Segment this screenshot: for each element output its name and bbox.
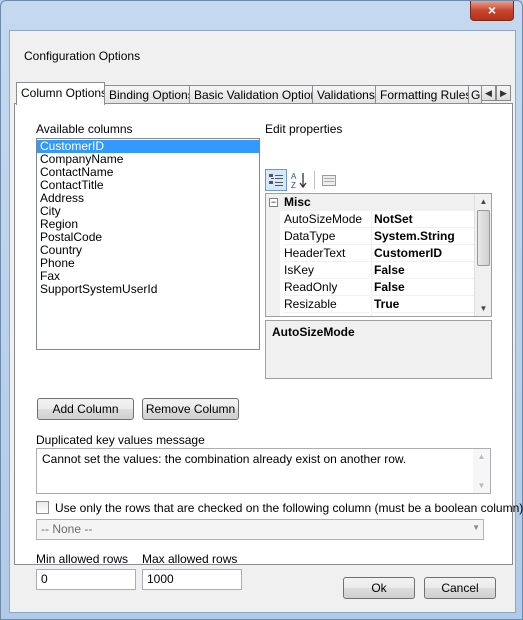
boolean-column-select-value: -- None --	[41, 522, 93, 536]
tab-scroll-right-button[interactable]: ▶	[496, 85, 511, 101]
duplicated-message-input[interactable]: Cannot set the values: the combination a…	[36, 448, 491, 494]
svg-text:A: A	[291, 172, 297, 181]
remove-column-button[interactable]: Remove Column	[142, 398, 239, 420]
row-gutter	[266, 262, 280, 279]
property-help-title: AutoSizeMode	[272, 325, 355, 339]
property-row[interactable]: HeaderText CustomerID	[266, 245, 491, 262]
available-columns-list[interactable]: CustomerID CompanyName ContactName ContactT…	[36, 138, 260, 350]
max-rows-input[interactable]: 1000	[142, 569, 242, 590]
tab-basic-validation-options[interactable]: Basic Validation Options	[189, 85, 313, 104]
chevron-down-icon: ▼	[472, 523, 480, 532]
edit-properties-label: Edit properties	[265, 122, 343, 136]
property-row[interactable]: ReadOnly False	[266, 279, 491, 296]
tab-page-column-options: Available columns CustomerID CompanyName C…	[14, 103, 523, 590]
scroll-down-icon[interactable]: ▼	[473, 478, 490, 493]
property-row[interactable]: Resizable True	[266, 296, 491, 313]
ok-button[interactable]: Ok	[343, 577, 415, 599]
arrow-right-icon: ▶	[500, 88, 507, 98]
scroll-up-icon[interactable]: ▲	[473, 449, 490, 464]
textarea-scrollbar[interactable]: ▲ ▼	[473, 449, 490, 493]
row-gutter	[266, 296, 280, 313]
close-icon: ×	[487, 2, 497, 18]
property-grid-scrollbar[interactable]: ▲ ▼	[474, 194, 491, 316]
property-name: HeaderText	[284, 245, 370, 262]
property-value[interactable]: System.String	[371, 228, 475, 245]
list-item[interactable]: Phone	[37, 257, 259, 270]
property-name: AutoSizeMode	[284, 211, 370, 228]
categorized-icon	[269, 174, 283, 186]
property-category-misc[interactable]: − Misc	[266, 194, 491, 211]
row-gutter	[266, 228, 280, 245]
property-grid[interactable]: − Misc AutoSizeMode NotSet DataType System.…	[265, 193, 492, 317]
dialog-window: × Configuration Options Column Options B…	[0, 0, 523, 620]
row-gutter	[266, 279, 280, 296]
tab-binding-options[interactable]: Binding Options	[104, 85, 190, 104]
duplicated-message-label: Duplicated key values message	[36, 433, 205, 447]
close-button[interactable]: ×	[470, 1, 514, 21]
svg-text:Z: Z	[291, 181, 296, 189]
property-value[interactable]: False	[371, 279, 475, 296]
collapse-icon[interactable]: −	[269, 198, 278, 207]
property-name: Resizable	[284, 296, 370, 313]
cancel-button[interactable]: Cancel	[424, 577, 496, 599]
row-gutter	[266, 313, 280, 316]
property-name: DataType	[284, 228, 370, 245]
property-pages-button[interactable]	[318, 169, 340, 191]
categorized-button[interactable]	[265, 169, 287, 191]
available-columns-label: Available columns	[36, 122, 133, 136]
property-name: ReadOnly	[284, 279, 370, 296]
property-help-panel: AutoSizeMode	[265, 320, 492, 379]
row-gutter	[266, 245, 280, 262]
property-value[interactable]: CustomerID	[371, 245, 475, 262]
tab-validations[interactable]: Validations	[312, 85, 376, 104]
tab-column-options[interactable]: Column Options	[16, 82, 105, 105]
boolean-column-select[interactable]: -- None -- ▼	[36, 519, 484, 540]
property-value[interactable]: NotSet	[371, 211, 475, 228]
property-value[interactable]: DataGridViewCellS	[371, 313, 475, 316]
property-row[interactable]: IsKey False	[266, 262, 491, 279]
duplicated-message-text: Cannot set the values: the combination a…	[42, 452, 407, 466]
property-name: IsKey	[284, 262, 370, 279]
arrow-left-icon: ◀	[485, 88, 492, 98]
property-row[interactable]: AutoSizeMode NotSet	[266, 211, 491, 228]
property-value[interactable]: True	[371, 296, 475, 313]
max-rows-label: Max allowed rows	[142, 552, 238, 566]
dialog-title: Configuration Options	[24, 49, 141, 63]
property-row[interactable]: StyleDataGridViewCellS	[266, 313, 491, 316]
alphabetical-icon: A Z	[291, 172, 307, 189]
min-rows-label: Min allowed rows	[36, 552, 129, 566]
property-value[interactable]: False	[371, 262, 475, 279]
scroll-up-icon[interactable]: ▲	[475, 194, 491, 209]
property-name: Style	[284, 313, 370, 316]
checked-rows-label[interactable]: Use only the rows that are checked on th…	[55, 501, 523, 515]
min-rows-input[interactable]: 0	[36, 569, 136, 590]
list-item[interactable]: SupportSystemUserId	[37, 283, 259, 296]
tab-strip: Column Options Binding Options Basic Val…	[14, 82, 513, 105]
scroll-thumb[interactable]	[477, 210, 490, 266]
row-gutter	[266, 211, 280, 228]
category-label: Misc	[284, 195, 311, 209]
add-column-button[interactable]: Add Column	[37, 398, 134, 420]
tab-scroll-left-button[interactable]: ◀	[481, 85, 496, 101]
property-row[interactable]: DataType System.String	[266, 228, 491, 245]
list-item[interactable]: Address	[37, 192, 259, 205]
alphabetical-button[interactable]: A Z	[289, 169, 311, 191]
tab-formatting-rules[interactable]: Formatting Rules	[375, 85, 469, 104]
tab-overflow[interactable]: G	[468, 85, 482, 104]
checked-rows-checkbox[interactable]	[36, 501, 49, 514]
property-pages-icon	[322, 175, 336, 186]
scroll-down-icon[interactable]: ▼	[475, 301, 491, 316]
property-grid-toolbar: A Z	[265, 168, 491, 192]
dialog-client-area: Configuration Options Column Options Bin…	[9, 30, 523, 613]
